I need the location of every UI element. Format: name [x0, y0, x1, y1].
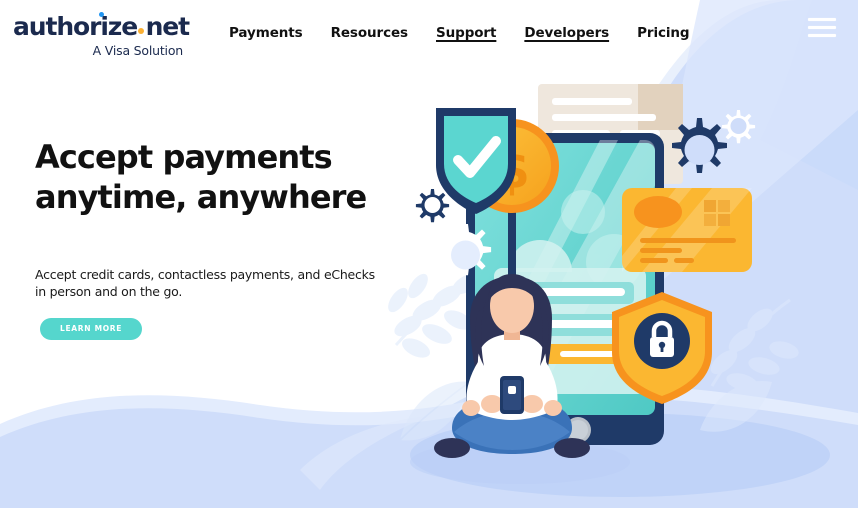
user-icon	[512, 285, 524, 298]
password-field	[506, 314, 634, 336]
credit-card-icon	[622, 188, 752, 272]
svg-text:$: $	[494, 141, 530, 201]
main-navigation: Payments Resources Support Developers Pr…	[215, 25, 703, 41]
hero-content: Accept payments anytime, anywhere Accept…	[35, 138, 435, 340]
nav-item-payments[interactable]: Payments	[215, 25, 317, 41]
logo-blue-dot-icon	[99, 12, 104, 17]
white-gear-icon-small	[721, 110, 756, 144]
hamburger-menu-icon[interactable]	[808, 18, 836, 38]
page-title: Accept payments anytime, anywhere	[35, 138, 367, 216]
receipt-document-icon	[538, 84, 683, 184]
logo-text-primary: authorize	[13, 12, 138, 41]
tablet-device	[466, 133, 664, 445]
leaf-branch-decoration	[388, 273, 483, 441]
security-shield-check-icon	[436, 108, 516, 214]
nav-item-resources[interactable]: Resources	[317, 25, 422, 41]
leaf-branch-decoration-right	[700, 298, 799, 432]
background-decoration	[0, 0, 858, 508]
hamburger-bar-1	[808, 18, 836, 21]
logo-tagline: A Visa Solution	[92, 43, 184, 58]
form-submit-button	[546, 344, 634, 364]
hero-subtitle: Accept credit cards, contactless payment…	[35, 267, 375, 300]
logo-orange-dot-icon	[138, 28, 145, 34]
site-header: authorize net A Visa Solution Payments Re…	[0, 0, 858, 70]
hamburger-bar-2	[808, 26, 836, 29]
hero-illustration: $	[0, 0, 858, 508]
smartphone-icon	[500, 376, 524, 414]
hamburger-bar-3	[808, 34, 836, 37]
logo-text-secondary: net	[145, 12, 191, 41]
card-chip-icon	[704, 200, 730, 226]
nav-item-support[interactable]: Support	[422, 25, 510, 41]
learn-more-button[interactable]: LEARN MORE	[40, 318, 143, 340]
navy-gear-icon-large	[672, 118, 727, 173]
padlock-shield-icon	[612, 292, 712, 404]
username-field	[506, 282, 634, 304]
landing-page: $ authorize net A Visa Solution Payments…	[0, 0, 858, 508]
seated-person	[434, 274, 590, 458]
logo[interactable]: authorize net A Visa Solution	[13, 12, 193, 58]
login-form-card	[494, 240, 646, 394]
lock-icon	[650, 320, 674, 357]
lock-icon	[514, 316, 523, 330]
logo-wordmark: authorize net	[13, 12, 193, 41]
white-gear-icon-outline	[439, 224, 492, 276]
nav-item-developers[interactable]: Developers	[510, 25, 623, 41]
dollar-coin-icon: $	[465, 119, 559, 416]
nav-item-pricing[interactable]: Pricing	[623, 25, 703, 41]
